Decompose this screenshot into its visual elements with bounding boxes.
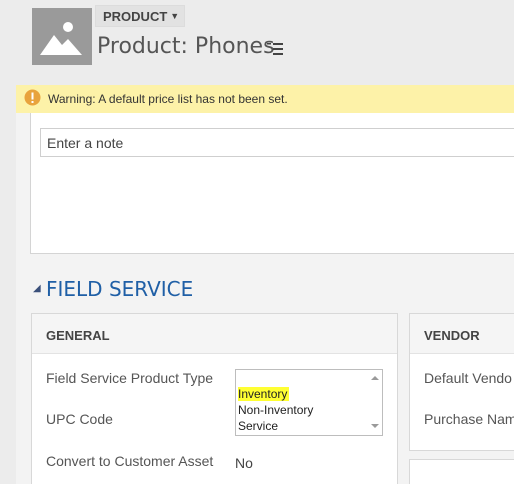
purchase-name-label: Purchase Nam [424, 411, 514, 427]
default-vendor-label: Default Vendo [424, 370, 512, 386]
scroll-up-icon[interactable] [371, 376, 379, 380]
scroll-down-icon[interactable] [371, 424, 379, 428]
upc-code-label: UPC Code [46, 411, 113, 427]
option-inventory[interactable]: Inventory [237, 387, 369, 403]
option-service[interactable]: Service [237, 419, 369, 435]
listbox-scrollbar[interactable] [368, 370, 382, 435]
warning-text: Warning: A default price list has not be… [48, 92, 288, 106]
general-header: GENERAL [32, 314, 397, 354]
note-input[interactable] [40, 128, 514, 157]
general-panel: GENERAL Field Service Product Type UPC C… [31, 313, 398, 484]
record-title: Product: Phones [97, 34, 275, 59]
option-non-inventory[interactable]: Non-Inventory [237, 403, 369, 419]
convert-asset-value[interactable]: No [235, 455, 253, 471]
exclamation-circle-icon [24, 89, 41, 106]
vendor-title: VENDOR [424, 328, 480, 343]
general-title: GENERAL [46, 328, 110, 343]
vendor-header: VENDOR [410, 314, 514, 354]
entity-type-label: PRODUCT [103, 9, 168, 24]
entity-type-dropdown[interactable]: PRODUCT ▼ [95, 5, 185, 27]
warning-bar: Warning: A default price list has not be… [16, 85, 514, 113]
section-title[interactable]: FIELD SERVICE [46, 277, 193, 301]
convert-asset-label: Convert to Customer Asset [46, 453, 214, 469]
vendor-panel: VENDOR Default Vendo Purchase Nam [409, 313, 514, 451]
collapse-triangle-icon[interactable]: ◢ [33, 283, 41, 294]
next-panel [409, 459, 514, 484]
product-type-options: Inventory Non-Inventory Service [237, 387, 369, 435]
list-menu-icon[interactable] [266, 40, 286, 58]
entity-image-icon[interactable] [32, 8, 92, 65]
product-type-label: Field Service Product Type [46, 370, 214, 386]
caret-down-icon: ▼ [170, 11, 180, 21]
product-type-listbox[interactable]: Inventory Non-Inventory Service [235, 369, 383, 436]
